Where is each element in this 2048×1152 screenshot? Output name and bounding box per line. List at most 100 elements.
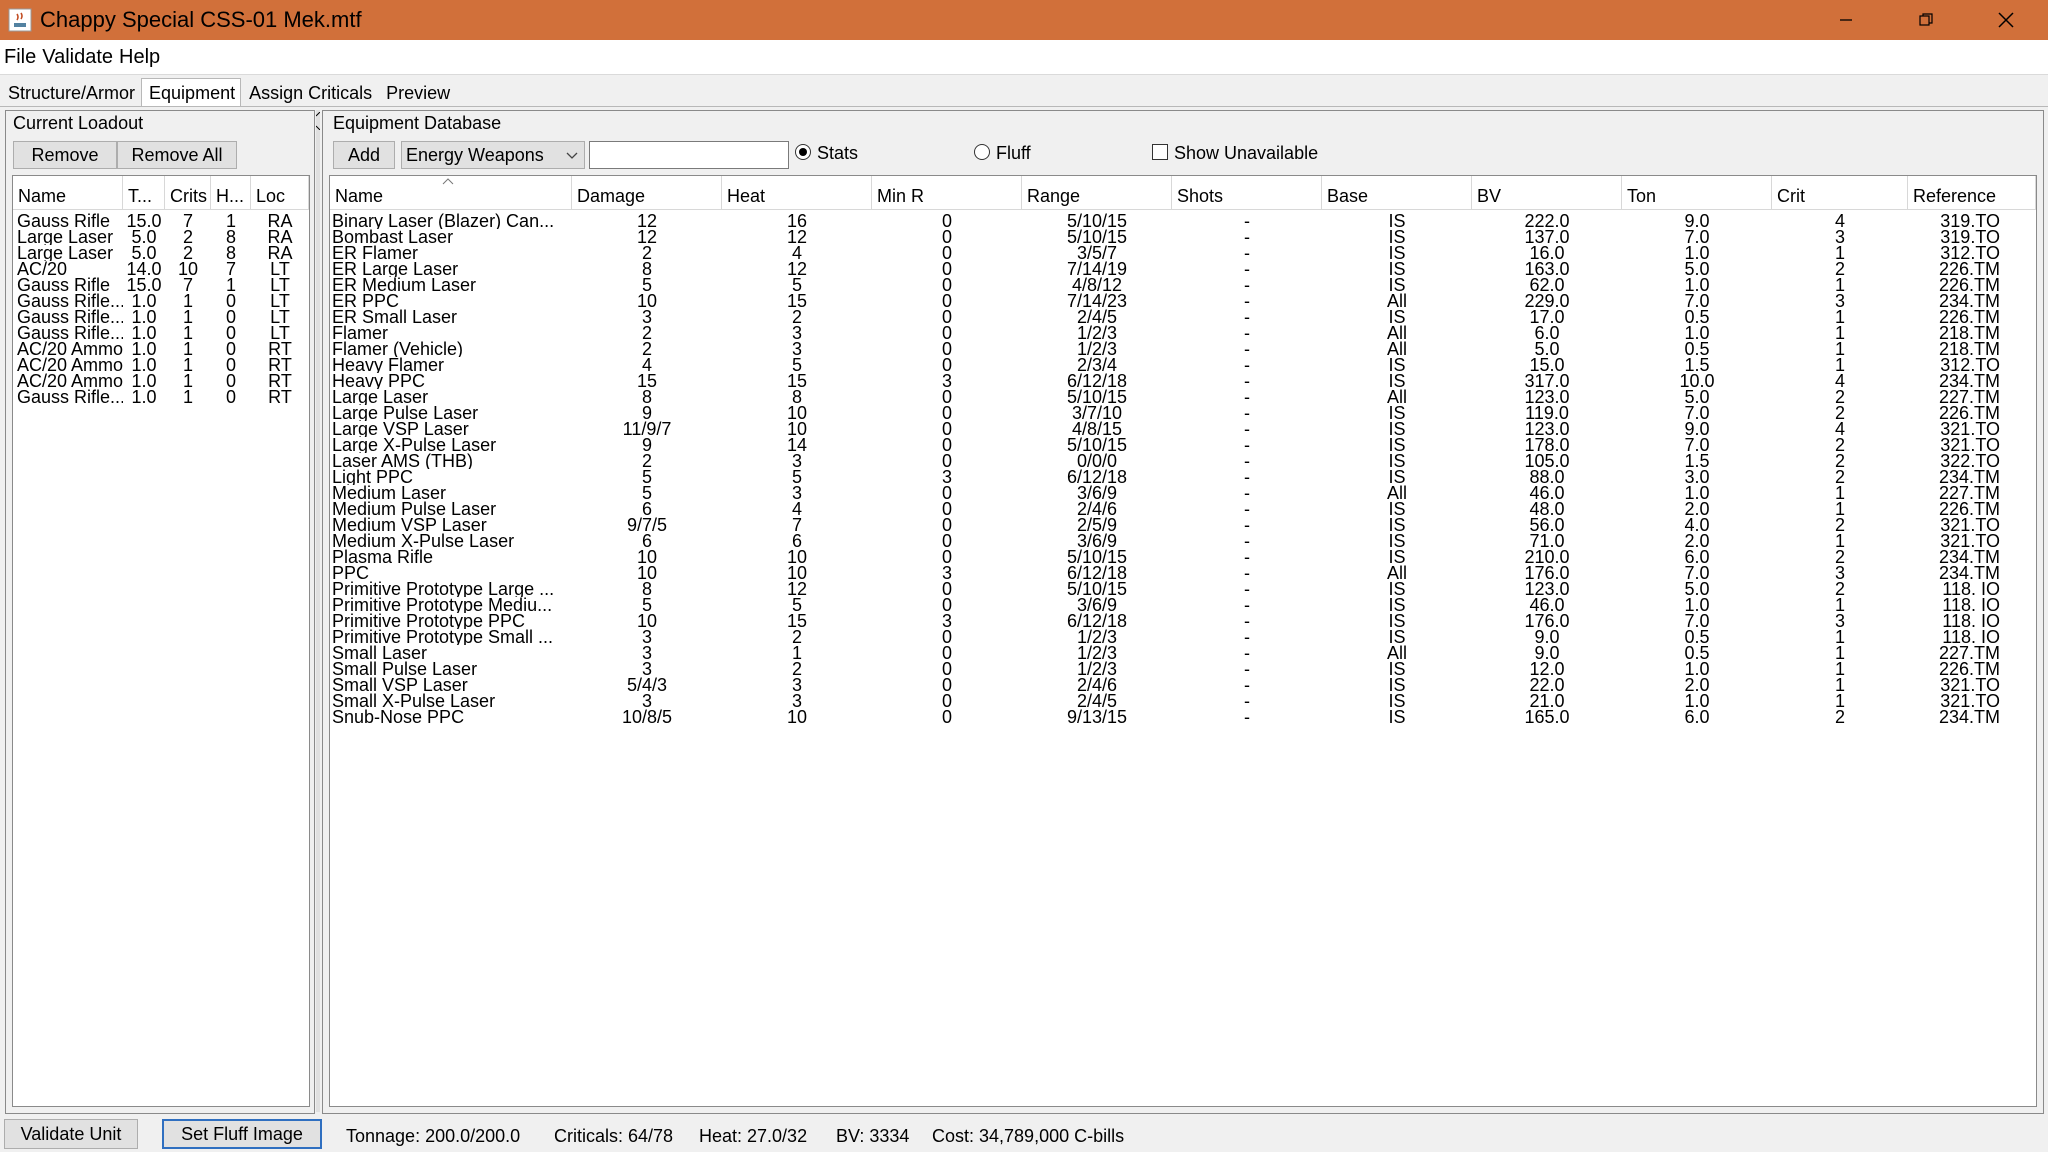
equipment-cell: 10 (786, 709, 808, 725)
tab-equipment[interactable]: Equipment (141, 78, 242, 107)
equipment-row[interactable]: Large X-Pulse Laser 9 14 0 5/10/15 - IS 178.0 7.… (330, 437, 2036, 453)
equipment-cell: 0 (941, 661, 952, 677)
loadout-column-header[interactable]: Crits (165, 176, 211, 210)
loadout-cell: 1 (182, 309, 193, 325)
equipment-column-header[interactable]: Ton (1622, 176, 1772, 210)
loadout-row[interactable]: Gauss Rifle... 1.0 1 0 RT (13, 389, 309, 405)
menu-file[interactable]: File (4, 46, 36, 69)
equipment-row[interactable]: Small VSP Laser 5/4/3 3 0 2/4/6 - IS 22.0 2.0 1 32… (330, 677, 2036, 693)
set-fluff-image-button[interactable]: Set Fluff Image (162, 1119, 322, 1149)
equipment-row[interactable]: Small Pulse Laser 3 2 0 1/2/3 - IS 12.0 1.0 1 226.… (330, 661, 2036, 677)
equipment-row[interactable]: Binary Laser (Blazer) Can... 12 16 0 5/10/15… (330, 213, 2036, 229)
equipment-table[interactable]: Name Damage Heat Min R Range Shots Base BV Ton Cr… (329, 175, 2037, 1107)
tab-assign-criticals[interactable]: Assign Criticals (241, 78, 378, 108)
loadout-column-header[interactable]: H... (211, 176, 251, 210)
equipment-row[interactable]: Primitive Prototype Small ... 3 2 0 1/2/3 - IS… (330, 629, 2036, 645)
loadout-table[interactable]: Name T... Crits H... Loc Gauss Rifle 15.0 7 1 RA L… (12, 175, 310, 1107)
restore-button[interactable] (1886, 0, 1966, 40)
equipment-cell: 322.TO (1940, 453, 2000, 469)
equipment-row[interactable]: PPC 10 10 3 6/12/18 - All 176.0 7.0 3 234.TM (330, 565, 2036, 581)
add-button[interactable]: Add (333, 141, 395, 169)
remove-all-button[interactable]: Remove All (117, 141, 237, 169)
loadout-column-header[interactable]: Name (13, 176, 123, 210)
equipment-cell: 118. IO (1942, 629, 2000, 645)
chevron-down-icon (566, 152, 578, 159)
equipment-row[interactable]: Heavy PPC 15 15 3 6/12/18 - IS 317.0 10.0 4 234.TM (330, 373, 2036, 389)
fluff-radio[interactable] (974, 144, 990, 160)
category-select[interactable]: Energy Weapons (401, 141, 585, 169)
menu-help[interactable]: Help (119, 46, 160, 69)
loadout-column-header[interactable]: T... (123, 176, 165, 210)
equipment-column-header[interactable]: Heat (722, 176, 872, 210)
equipment-cell: ER PPC (332, 293, 400, 309)
equipment-cell: 2.0 (1684, 533, 1710, 549)
loadout-row[interactable]: Gauss Rifle... 1.0 1 0 LT (13, 309, 309, 325)
loadout-column-header[interactable]: Loc (251, 176, 309, 210)
show-unavailable-checkbox[interactable] (1152, 144, 1168, 160)
equipment-cell: IS (1388, 581, 1406, 597)
equipment-cell: 123.0 (1524, 389, 1570, 405)
equipment-cell: 321.TO (1940, 533, 2000, 549)
equipment-row[interactable]: Heavy Flamer 4 5 0 2/3/4 - IS 15.0 1.5 1 312.TO (330, 357, 2036, 373)
search-input[interactable] (589, 141, 789, 169)
tab-structure-armor[interactable]: Structure/Armor (0, 78, 141, 108)
equipment-column-header[interactable]: Reference (1908, 176, 2036, 210)
equipment-cell: 0 (941, 245, 952, 261)
equipment-row[interactable]: Laser AMS (THB) 2 3 0 0/0/0 - IS 105.0 1.5 2 322.T… (330, 453, 2036, 469)
equipment-cell: 6 (791, 533, 802, 549)
stats-radio[interactable] (795, 144, 811, 160)
loadout-row[interactable]: Large Laser 5.0 2 8 RA (13, 229, 309, 245)
equipment-row[interactable]: Plasma Rifle 10 10 0 5/10/15 - IS 210.0 6.0 2 234.… (330, 549, 2036, 565)
equipment-row[interactable]: Flamer 2 3 0 1/2/3 - All 6.0 1.0 1 218.TM (330, 325, 2036, 341)
loadout-row[interactable]: AC/20 Ammo 1.0 1 0 RT (13, 373, 309, 389)
loadout-row[interactable]: Gauss Rifle... 1.0 1 0 LT (13, 325, 309, 341)
validate-unit-button[interactable]: Validate Unit (4, 1119, 138, 1149)
equipment-row[interactable]: ER Small Laser 3 2 0 2/4/5 - IS 17.0 0.5 1 226.TM (330, 309, 2036, 325)
equipment-row[interactable]: Medium Pulse Laser 6 4 0 2/4/6 - IS 48.0 2.0 1 226… (330, 501, 2036, 517)
minimize-button[interactable] (1806, 0, 1886, 40)
equipment-column-header[interactable]: Range (1022, 176, 1172, 210)
equipment-row[interactable]: Primitive Prototype Large ... 8 12 0 5/10/15… (330, 581, 2036, 597)
loadout-row[interactable]: AC/20 Ammo 1.0 1 0 RT (13, 357, 309, 373)
equipment-cell: 2.0 (1684, 677, 1710, 693)
equipment-row[interactable]: ER PPC 10 15 0 7/14/23 - All 229.0 7.0 3 234.TM (330, 293, 2036, 309)
equipment-row[interactable]: Large Pulse Laser 9 10 0 3/7/10- IS 119.0 7.0 2 2… (330, 405, 2036, 421)
loadout-row[interactable]: AC/20 14.0 10 7 LT (13, 261, 309, 277)
equipment-cell: Flamer (332, 325, 389, 341)
close-button[interactable] (1966, 0, 2046, 40)
equipment-row[interactable]: ER Large Laser 8 12 0 7/14/19 - IS 163.0 5.0 2 226… (330, 261, 2036, 277)
equipment-row[interactable]: Light PPC 5 5 3 6/12/18 - IS 88.0 3.0 2 234.TM (330, 469, 2036, 485)
equipment-column-header[interactable]: Damage (572, 176, 722, 210)
equipment-row[interactable]: ER Medium Laser 5 5 0 4/8/12 - IS 62.0 1.0 1 226.T… (330, 277, 2036, 293)
equipment-row[interactable]: Small X-Pulse Laser 3 3 0 2/4/5 - IS 21.0 1.0 1 32… (330, 693, 2036, 709)
equipment-row[interactable]: Large VSP Laser 11/9/7 10 0 4/8/15 - IS 123.0 9.… (330, 421, 2036, 437)
menu-validate[interactable]: Validate (42, 46, 113, 69)
loadout-row[interactable]: Gauss Rifle 15.0 7 1 LT (13, 277, 309, 293)
equipment-row[interactable]: Small Laser 3 1 0 1/2/3 - All 9.0 0.5 1 227.TM (330, 645, 2036, 661)
splitter-handle[interactable] (316, 110, 320, 1112)
equipment-column-header[interactable]: Base (1322, 176, 1472, 210)
equipment-column-header[interactable]: Shots (1172, 176, 1322, 210)
equipment-row[interactable]: Primitive Prototype PPC 10 15 3 6/12/18 - IS 17… (330, 613, 2036, 629)
tab-preview[interactable]: Preview (378, 78, 456, 108)
equipment-cell: 0.5 (1684, 309, 1710, 325)
equipment-row[interactable]: Bombast Laser 12 12 0 5/10/15 - IS 137.0 7.0 3 319… (330, 229, 2036, 245)
loadout-row[interactable]: Large Laser 5.0 2 8 RA (13, 245, 309, 261)
equipment-column-header[interactable]: BV (1472, 176, 1622, 210)
equipment-row[interactable]: Primitive Prototype Mediu... 5 5 0 3/6/9 - IS 4… (330, 597, 2036, 613)
equipment-row[interactable]: Medium Laser 5 3 0 3/6/9 - All 46.0 1.0 1 227.TM (330, 485, 2036, 501)
loadout-row[interactable]: Gauss Rifle 15.0 7 1 RA (13, 213, 309, 229)
loadout-row[interactable]: Gauss Rifle... 1.0 1 0 LT (13, 293, 309, 309)
equipment-row[interactable]: Snub-Nose PPC 10/8/5 10 0 9/13/15 - IS 165.0 6.0… (330, 709, 2036, 725)
equipment-row[interactable]: Large Laser 8 8 0 5/10/15 - All 123.0 5.0 2 227.TM (330, 389, 2036, 405)
equipment-column-header[interactable]: Min R (872, 176, 1022, 210)
equipment-row[interactable]: Medium X-Pulse Laser 6 6 0 3/6/9 - IS 71.0 2.0 1 3… (330, 533, 2036, 549)
equipment-row[interactable]: Flamer (Vehicle) 2 3 0 1/2/3 - All 5.0 0.5 1 218.T… (330, 341, 2036, 357)
equipment-row[interactable]: ER Flamer 2 4 0 3/5/7 - IS 16.0 1.0 1 312.TO (330, 245, 2036, 261)
equipment-cell: 10/8/5 (621, 709, 673, 725)
equipment-row[interactable]: Medium VSP Laser 9/7/5 7 0 2/5/9 - IS 56.0 4.0 2 3… (330, 517, 2036, 533)
equipment-column-header[interactable]: Crit (1772, 176, 1908, 210)
remove-button[interactable]: Remove (13, 141, 117, 169)
equipment-cell: 14 (786, 437, 808, 453)
loadout-row[interactable]: AC/20 Ammo 1.0 1 0 RT (13, 341, 309, 357)
